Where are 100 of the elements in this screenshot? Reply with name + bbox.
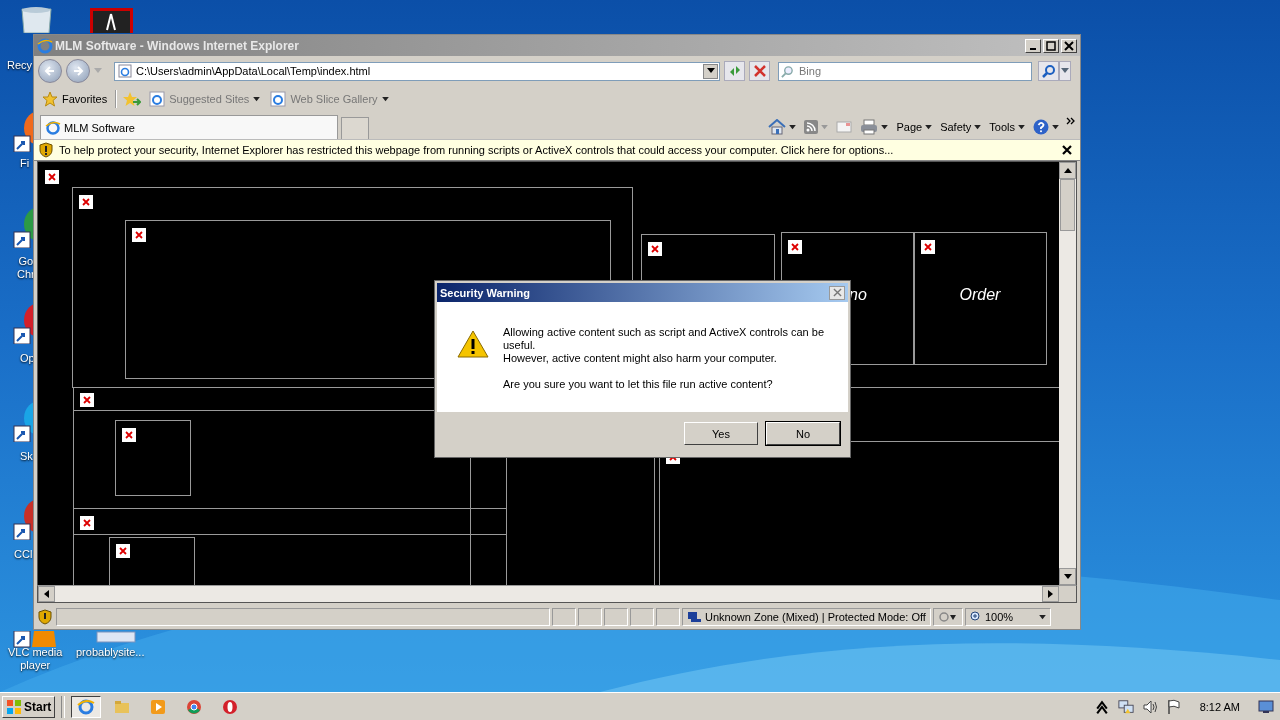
scroll-thumb[interactable]	[1060, 179, 1075, 231]
search-field[interactable]: Bing	[778, 61, 1032, 81]
scrollbar-corner	[1059, 586, 1076, 602]
caret-icon	[925, 124, 933, 130]
broken-image-icon	[132, 228, 146, 242]
address-field[interactable]: C:\Users\admin\AppData\Local\Temp\index.html	[114, 61, 720, 81]
broken-image-icon	[80, 516, 94, 530]
status-bar-pane	[630, 608, 654, 626]
forward-button[interactable]	[66, 59, 90, 83]
home-button[interactable]	[767, 119, 798, 135]
information-bar[interactable]: To help protect your security, Internet Explorer has restricted this webpage from running scripts or ActiveX controls that could access your computer. Click here for options...	[34, 139, 1080, 161]
app-icon	[185, 697, 204, 716]
app-icon	[221, 697, 240, 716]
window-title: MLM Software - Windows Internet Explorer	[55, 38, 299, 53]
search-icon	[1041, 64, 1056, 78]
close-icon[interactable]	[1062, 145, 1072, 155]
dialog-title: Security Warning	[440, 286, 531, 299]
down-arrow-icon[interactable]	[1063, 574, 1072, 579]
dialog-button[interactable]: Yes	[684, 422, 758, 445]
document-icon[interactable]	[90, 8, 133, 33]
page-icon	[118, 64, 132, 78]
page-icon	[45, 119, 61, 136]
caret-icon	[1038, 614, 1046, 620]
close-icon	[832, 288, 842, 297]
help-button[interactable]	[1032, 119, 1060, 135]
dialog-message: Are you sure you want to let this file run active content?	[503, 378, 774, 391]
shield-icon	[39, 142, 53, 158]
print-button[interactable]	[859, 119, 890, 135]
refresh-button[interactable]	[724, 61, 745, 81]
zoom-level-button[interactable]: 100%	[964, 608, 1051, 626]
broken-image-icon	[122, 428, 136, 442]
vertical-scrollbar[interactable]	[1059, 162, 1076, 585]
maximize-button[interactable]	[1043, 38, 1059, 53]
shield-icon[interactable]	[38, 609, 52, 625]
caret-icon	[1061, 68, 1069, 74]
caret-icon	[706, 68, 715, 74]
right-arrow-icon[interactable]	[1048, 590, 1053, 598]
broken-image-icon	[79, 195, 93, 209]
file-icon[interactable]	[96, 631, 136, 643]
command-menu-button[interactable]: Safety	[939, 121, 983, 133]
broken-image-icon	[80, 393, 94, 407]
search-icon	[781, 64, 794, 78]
browser-tab[interactable]: MLM Software	[40, 115, 338, 139]
status-bar-pane	[604, 608, 628, 626]
back-arrow-icon	[44, 65, 56, 77]
status-bar-pane	[578, 608, 602, 626]
caret-icon	[881, 124, 889, 130]
recycle-bin-icon[interactable]	[18, 6, 55, 33]
desktop-icon-label[interactable]: Fi	[20, 157, 30, 170]
search-button[interactable]	[1038, 61, 1059, 81]
caret-icon	[253, 96, 261, 102]
network-icon[interactable]	[1117, 698, 1134, 715]
envelope-icon	[836, 121, 853, 133]
warning-icon	[457, 330, 489, 358]
close-icon	[1064, 40, 1074, 51]
broken-image-icon	[116, 544, 130, 558]
clock[interactable]: 8:12 AM	[1199, 700, 1240, 713]
start-button[interactable]: Start	[2, 695, 56, 718]
desktop-icon-label[interactable]: Sk	[20, 450, 33, 463]
taskbar-app-button[interactable]	[71, 695, 102, 718]
desktop-icon-label[interactable]: CCl	[14, 548, 33, 561]
left-arrow-icon[interactable]	[44, 590, 49, 598]
protected-mode-button[interactable]	[932, 608, 963, 626]
cone-shortcut-icon[interactable]	[12, 631, 56, 648]
search-options-button[interactable]	[1059, 61, 1071, 81]
favorites-button[interactable]: Favorites	[40, 91, 110, 107]
maximize-icon	[1046, 40, 1056, 51]
broken-image-icon	[45, 170, 59, 184]
minimize-button[interactable]	[1025, 38, 1041, 53]
protected-mode-icon	[937, 611, 958, 623]
dialog-button[interactable]: No	[766, 422, 840, 445]
desktop-icon-label[interactable]: Go Chr	[17, 255, 35, 281]
feeds-button[interactable]	[803, 120, 830, 134]
page-icon	[149, 91, 166, 107]
caret-icon	[974, 124, 982, 130]
security-zone-status[interactable]: Unknown Zone (Mixed) | Protected Mode: Off	[682, 608, 931, 626]
information-bar-message: To help protect your security, Internet Explorer has restricted this webpage from running scripts or ActiveX controls that could access your computer. Click here for options...	[59, 144, 894, 156]
stop-button[interactable]	[749, 61, 770, 81]
up-arrow-icon[interactable]	[1063, 168, 1072, 173]
back-button[interactable]	[38, 59, 62, 83]
command-menu-button[interactable]: Tools	[988, 121, 1026, 133]
chevron-icon[interactable]	[1066, 117, 1076, 125]
status-bar-pane	[552, 608, 576, 626]
broken-image-icon	[788, 240, 802, 254]
page-icon	[270, 91, 287, 107]
command-menu-button[interactable]: Page	[895, 121, 934, 133]
address-dropdown-button[interactable]	[703, 63, 718, 79]
show-desktop-icon[interactable]	[1258, 698, 1274, 715]
volume-icon[interactable]	[1141, 698, 1158, 715]
forward-arrow-icon	[72, 65, 84, 77]
magnifier-icon	[969, 611, 982, 623]
caret-icon	[821, 124, 829, 130]
desktop-icon-label[interactable]: Recy	[7, 59, 33, 72]
printer-icon	[860, 119, 879, 135]
browser-logo-icon	[37, 37, 53, 54]
caret-icon	[789, 124, 797, 130]
status-bar-pane	[656, 608, 680, 626]
flag-icon[interactable]	[1165, 698, 1182, 715]
caret-icon	[1052, 124, 1059, 130]
tile-label[interactable]: Order	[914, 286, 1046, 304]
